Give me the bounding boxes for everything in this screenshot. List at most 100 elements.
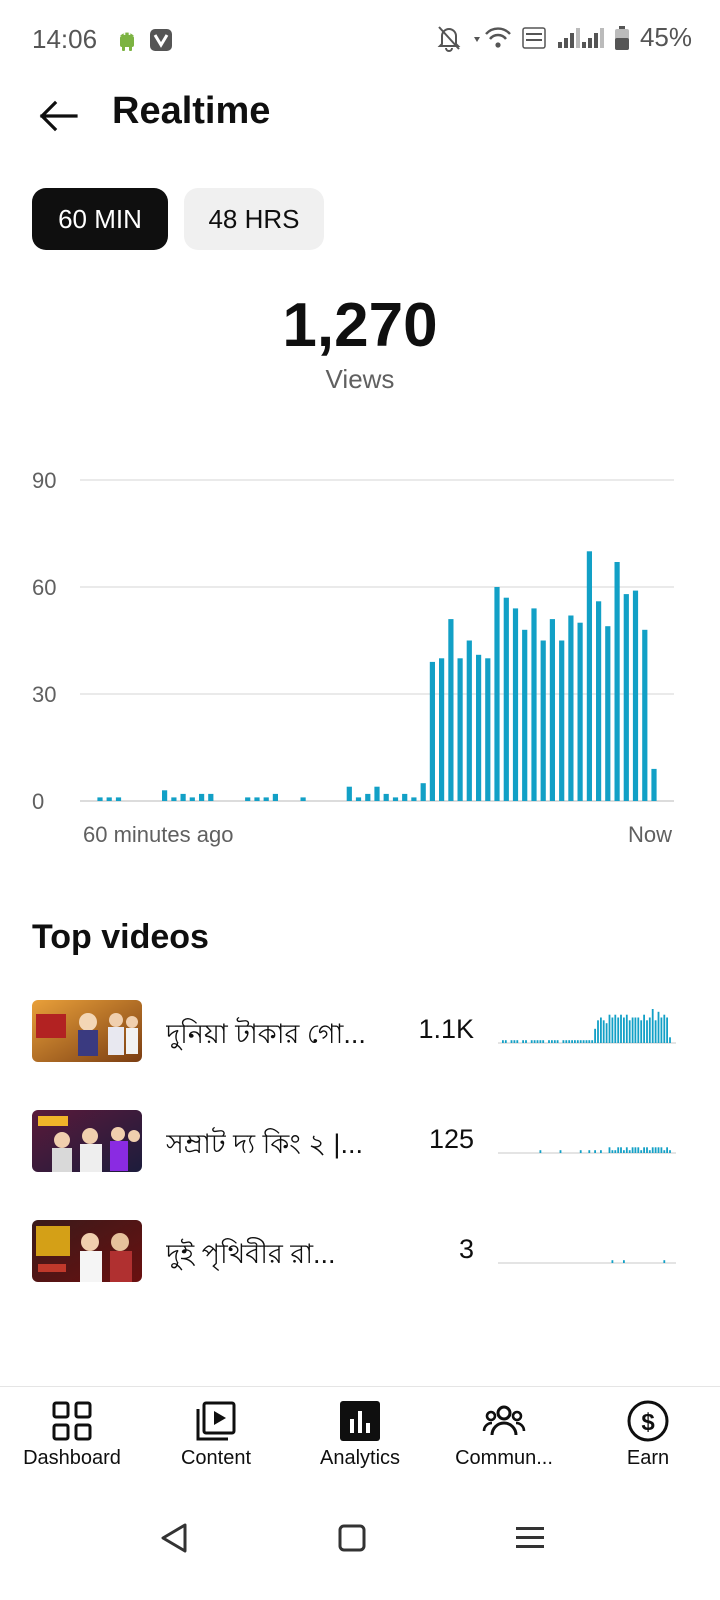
sparkline-bar [657, 1011, 660, 1043]
nav-analytics[interactable]: Analytics [288, 1387, 432, 1487]
x-start-label: 60 minutes ago [83, 822, 233, 847]
chart-bar [586, 551, 592, 801]
sparkline-bar [502, 1040, 504, 1043]
chart-bar [245, 797, 251, 801]
chart-bar [632, 590, 639, 801]
page-title: Realtime [112, 90, 271, 132]
app-header: Realtime [0, 80, 720, 160]
sparkline-bar [611, 1150, 614, 1153]
sparkline-bar [594, 1028, 596, 1043]
sparkline-bar [614, 1014, 617, 1043]
volte-icon [522, 26, 546, 49]
video-row-3[interactable]: দুই পৃথিবীর রা... 3 [32, 1220, 688, 1284]
chart-bar [476, 654, 482, 801]
sparkline-bar [611, 1017, 614, 1043]
sparkline-bar [646, 1020, 648, 1043]
chart-bar [623, 594, 629, 801]
chip-60-min[interactable]: 60 MIN [32, 188, 168, 250]
chart-bar [642, 629, 648, 801]
sparkline-bar [651, 1009, 654, 1043]
sparkline-bar [525, 1040, 527, 1043]
earn-icon: $ [627, 1400, 669, 1442]
chart-bar [614, 562, 620, 801]
sparkline-bar [646, 1147, 648, 1153]
battery-percent: 45% [639, 22, 692, 52]
sparkline-bar [654, 1020, 657, 1043]
video-thumbnail [32, 1220, 142, 1282]
system-recents-button[interactable] [500, 1508, 560, 1568]
chart-bar [383, 793, 389, 801]
chart-bar [189, 797, 195, 801]
nav-label: Analytics [319, 1447, 401, 1469]
sparkline-bar [643, 1147, 645, 1153]
chart-bar [577, 622, 583, 801]
chart-bar [549, 619, 555, 801]
battery-icon [614, 25, 629, 50]
sparkline-bar [631, 1017, 634, 1043]
sparkline-bar [600, 1150, 602, 1153]
android-icon [120, 32, 134, 51]
sparkline-bar [568, 1040, 571, 1043]
chart-bar [485, 658, 491, 801]
video-title: দুই পৃথিবীর রা... [166, 1239, 336, 1269]
video-title: সম্রাট দ্য কিং ২ |... [166, 1129, 363, 1159]
square-home-icon [338, 1524, 366, 1552]
sparkline-bar [522, 1040, 524, 1043]
sparkline-bar [510, 1040, 513, 1043]
video-title: দুনিয়া টাকার গো... [166, 1019, 366, 1049]
x-end-label: Now [628, 822, 672, 847]
dashboard-icon [52, 1401, 92, 1441]
realtime-views-chart: 90 60 30 0 60 minutes ago Now [0, 440, 720, 880]
sparkline-bar [585, 1040, 588, 1043]
content-icon [196, 1401, 236, 1441]
system-home-button[interactable] [322, 1508, 382, 1568]
sparkline-bar [594, 1150, 596, 1153]
chart-bar [439, 658, 445, 801]
back-button[interactable] [30, 88, 86, 144]
video-row-2[interactable]: সম্রাট দ্য কিং ২ |... 125 [32, 1110, 688, 1174]
sparkline-bar [666, 1147, 668, 1153]
sparkline-bar [536, 1040, 539, 1043]
sparkline-bar [657, 1147, 660, 1153]
y-tick-label: 60 [32, 575, 56, 600]
sparkline-bar [620, 1014, 622, 1043]
sparkline-bar [617, 1147, 620, 1153]
nav-earn[interactable]: $ Earn [576, 1387, 720, 1487]
sparkline-bar [640, 1020, 643, 1043]
sparkline-bar [643, 1014, 645, 1043]
vpn-app-icon [150, 29, 172, 51]
sparkline-bar [588, 1040, 591, 1043]
chart-bar [605, 626, 611, 801]
chart-bar [494, 587, 500, 801]
sparkline-bar [608, 1014, 611, 1043]
nav-community[interactable]: Commun... [432, 1387, 576, 1487]
sparkline-bar [660, 1017, 663, 1043]
sparkline-bar [663, 1014, 666, 1043]
sparkline-bar [548, 1040, 550, 1043]
video-views: 125 [428, 1124, 474, 1154]
chart-bar [115, 797, 122, 801]
system-back-button[interactable] [144, 1508, 204, 1568]
video-thumbnail [32, 1000, 142, 1062]
video-sparkline [498, 1009, 676, 1044]
analytics-icon [340, 1401, 380, 1441]
total-views-label: Views [325, 364, 395, 394]
nav-dashboard[interactable]: Dashboard [0, 1387, 144, 1487]
sparkline-bar [571, 1040, 573, 1043]
chart-bar [466, 640, 472, 801]
total-views-value: 1,270 [282, 291, 438, 360]
chart-bar [540, 640, 546, 801]
chart-bar [402, 793, 408, 801]
sparkline-bar [600, 1017, 602, 1043]
chart-bar [411, 797, 417, 801]
nav-content[interactable]: Content [144, 1387, 288, 1487]
video-sparkline [498, 1260, 676, 1264]
bottom-navigation: Dashboard Content Analytics Commun... $ … [0, 1386, 720, 1487]
chart-bar [162, 790, 168, 801]
chip-48-hrs[interactable]: 48 HRS [184, 188, 324, 250]
video-row-1[interactable]: দুনিয়া টাকার গো... 1.1K [32, 1000, 688, 1064]
chart-bar [522, 629, 528, 801]
sparkline-bar [574, 1040, 576, 1043]
sparkline-bar [637, 1147, 640, 1153]
chart-bar [263, 797, 269, 801]
